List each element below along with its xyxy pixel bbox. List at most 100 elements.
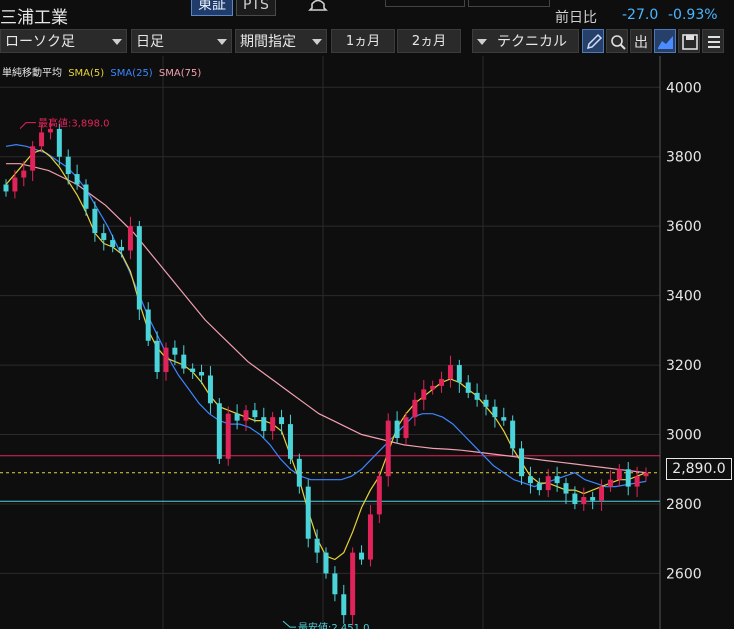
chart-toolbar: ローソク足 日足 期間指定 1ヵ月 2ヵ月 テクニカル 出	[0, 29, 734, 54]
y-tick-label: 3000	[666, 428, 702, 444]
candle-body	[554, 476, 560, 484]
indicator-legend: 単純移動平均 SMA(5) SMA(25) SMA(75)	[2, 64, 204, 79]
y-tick-label: 3400	[666, 289, 702, 305]
chart-type-select[interactable]: ローソク足	[0, 29, 127, 53]
tab-tse[interactable]: 東証	[191, 0, 233, 16]
candle-body	[136, 226, 142, 310]
sma75-line	[6, 163, 647, 474]
candle-body	[199, 372, 205, 376]
candle-body	[234, 413, 240, 421]
candle-body	[279, 417, 285, 425]
candle-body	[181, 354, 187, 369]
low-marker	[282, 620, 296, 628]
tab-pts[interactable]: PTS	[236, 0, 276, 16]
candle-body	[607, 479, 613, 487]
candle-body	[65, 156, 71, 175]
candle-body	[270, 417, 276, 432]
candle-body	[412, 399, 418, 418]
candle-body	[625, 469, 631, 487]
candle-body	[341, 594, 347, 616]
candle-body	[376, 476, 382, 515]
zoom-icon[interactable]	[606, 29, 628, 53]
header-bar: 三浦工業 東証 PTS 前日比 -27.0 -0.93%	[0, 0, 734, 28]
legend-title: 単純移動平均	[2, 68, 62, 79]
candle-body	[323, 552, 329, 574]
candle-body	[145, 309, 151, 341]
candle-body	[403, 417, 409, 438]
alert-bell-icon[interactable]	[308, 0, 328, 16]
candle-body	[599, 486, 605, 501]
candle-body	[634, 476, 640, 487]
y-tick-label: 3200	[666, 358, 702, 374]
pen-icon[interactable]	[582, 29, 604, 53]
candle-body	[430, 385, 436, 390]
candle-body	[127, 226, 133, 251]
sma5-line	[5, 149, 647, 561]
candle-body	[314, 538, 320, 553]
high-marker	[19, 122, 36, 130]
period-label: 日足	[136, 34, 164, 50]
current-price-tag: 2,890.0	[666, 458, 732, 480]
menu-icon[interactable]	[702, 29, 724, 53]
candle-body	[21, 170, 27, 178]
change-label: 前日比	[555, 10, 597, 26]
line-chart-icon[interactable]	[654, 29, 676, 53]
candle-body	[483, 399, 489, 407]
candle-body	[207, 375, 213, 404]
candle-body	[572, 493, 578, 504]
candle-body	[3, 184, 9, 192]
candle-body	[30, 146, 36, 171]
chevron-down-icon	[112, 39, 122, 45]
change-percent: -0.93%	[668, 7, 718, 23]
low-label: 最安値:2,451.0	[298, 621, 370, 629]
technical-select[interactable]: テクニカル	[472, 29, 579, 53]
chevron-down-icon	[312, 39, 322, 45]
candlestick-chart[interactable]: 4000 3800 3600 3400 3200 3000 2800 2600 最高値:3,8…	[0, 56, 734, 629]
candle-body	[56, 128, 62, 157]
chart-type-label: ローソク足	[5, 34, 75, 50]
stock-name: 三浦工業	[0, 8, 68, 28]
header-box-1[interactable]	[385, 0, 465, 7]
legend-sma5: SMA(5)	[68, 68, 105, 79]
candle-body	[261, 417, 267, 432]
candle-body	[74, 174, 80, 185]
candle-body	[519, 448, 525, 477]
candle-body	[190, 368, 196, 373]
high-label: 最高値:3,898.0	[38, 117, 110, 130]
candle-body	[296, 458, 302, 487]
candle-body	[216, 403, 222, 459]
range-select[interactable]: 期間指定	[235, 29, 327, 53]
candle-body	[581, 497, 587, 504]
y-tick-label: 4000	[666, 80, 702, 96]
candle-body	[563, 483, 569, 494]
technical-label: テクニカル	[497, 34, 567, 50]
candle-body	[545, 476, 551, 491]
legend-sma25: SMA(25)	[110, 68, 153, 79]
candle-body	[447, 365, 453, 379]
candle-body	[590, 497, 596, 501]
header-box-2[interactable]	[468, 0, 550, 7]
legend-sma75: SMA(75)	[158, 68, 202, 79]
volume-out-icon[interactable]: 出	[630, 29, 652, 53]
range-2m-button[interactable]: 2ヵ月	[397, 29, 461, 53]
y-tick-label: 2600	[666, 566, 702, 582]
save-icon[interactable]	[678, 29, 700, 53]
candle-body	[163, 347, 169, 373]
candle-body	[225, 413, 231, 459]
candle-body	[332, 573, 338, 595]
candle-body	[12, 177, 18, 192]
period-select[interactable]: 日足	[131, 29, 232, 53]
candle-body	[394, 420, 400, 438]
candle-body	[350, 552, 356, 616]
candle-body	[252, 410, 258, 418]
candle-body	[474, 392, 480, 400]
chevron-down-icon	[477, 39, 487, 45]
range-1m-button[interactable]: 1ヵ月	[331, 29, 395, 53]
candle-body	[510, 420, 516, 449]
candle-body	[101, 233, 107, 241]
y-tick-label: 2800	[666, 497, 702, 513]
candle-body	[287, 424, 293, 459]
candle-body	[110, 240, 116, 247]
candle-body	[39, 132, 45, 147]
candle-body	[359, 552, 365, 560]
